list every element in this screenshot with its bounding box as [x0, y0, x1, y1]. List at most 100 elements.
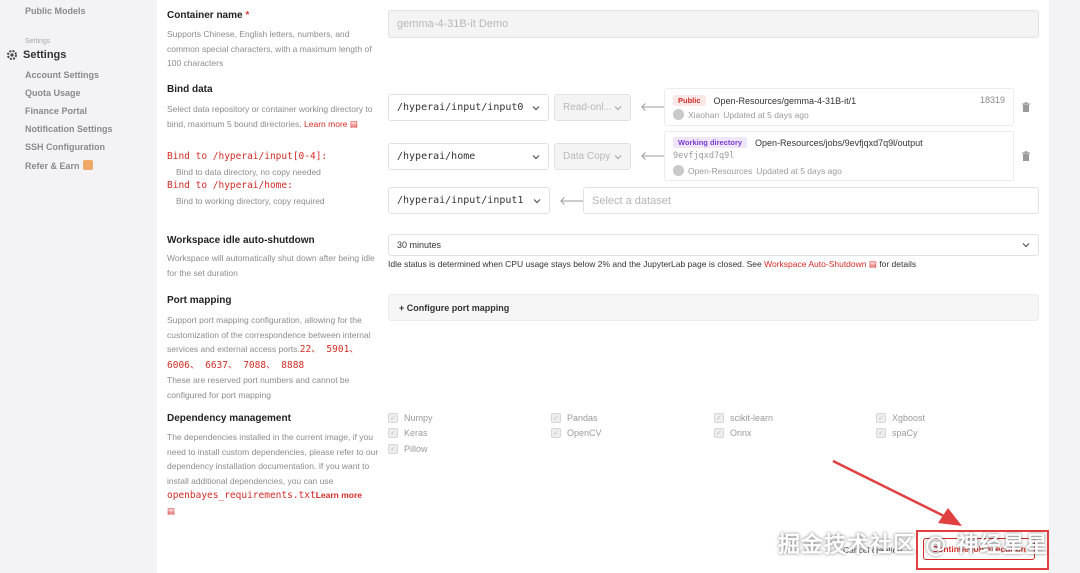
- right-gutter: [1049, 0, 1080, 573]
- bind-mode-select-1[interactable]: Data Copy: [554, 143, 631, 170]
- main-content: Container name * Supports Chinese, Engli…: [157, 0, 1049, 573]
- bind-path-select-2[interactable]: /hyperai/input/input1: [388, 187, 550, 214]
- public-badge: Public: [673, 95, 706, 106]
- bind-data-learn-more-link[interactable]: Learn more: [304, 119, 347, 129]
- source-path-0: Open-Resources/gemma-4-31B-it/1: [713, 95, 857, 106]
- dep-label: OpenCV: [567, 428, 602, 438]
- source-updated-1: Updated at 5 days ago: [756, 165, 842, 176]
- sidebar-item-public-models[interactable]: Public Models: [25, 6, 86, 16]
- check-icon: ✓: [388, 428, 398, 438]
- check-icon: ✓: [551, 413, 561, 423]
- source-size-0: 18319: [979, 95, 1005, 105]
- source-meta-0: Xiaohan Updated at 5 days ago: [673, 109, 809, 120]
- dataset-select[interactable]: Select a dataset: [583, 187, 1039, 214]
- chevron-down-icon: [532, 105, 540, 110]
- dep-label: Pandas: [567, 413, 598, 423]
- bind-mode-value-0: Read-onl...: [563, 102, 612, 113]
- dependency-desc: The dependencies installed in the curren…: [167, 430, 380, 518]
- bind-path-select-0[interactable]: /hyperai/input/input0: [388, 94, 549, 121]
- check-icon: ✓: [876, 428, 886, 438]
- idle-duration-select[interactable]: 30 minutes: [388, 234, 1039, 256]
- dep-checkbox-scikit-learn[interactable]: ✓ scikit-learn: [714, 413, 773, 423]
- idle-note-text: Idle status is determined when CPU usage…: [388, 259, 762, 269]
- idle-note: Idle status is determined when CPU usage…: [388, 259, 916, 270]
- port-mapping-desc2: These are reserved port numbers and cann…: [167, 375, 350, 400]
- container-name-label: Container name *: [167, 10, 249, 21]
- bind-path-select-1[interactable]: /hyperai/home: [388, 143, 549, 170]
- source-user-1: Open-Resources: [688, 165, 753, 176]
- gear-icon: [7, 50, 17, 60]
- trash-icon[interactable]: [1021, 102, 1031, 113]
- bind-data-label: Bind data: [167, 84, 213, 95]
- port-mapping-label: Port mapping: [167, 295, 232, 306]
- sidebar-item-settings[interactable]: Settings: [6, 49, 66, 61]
- source-id-1: 9evfjqxd7q9l: [673, 151, 735, 161]
- check-icon: ✓: [876, 413, 886, 423]
- sidebar-item-ssh-configuration[interactable]: SSH Configuration: [25, 142, 105, 152]
- source-row-1: Working directory Open-Resources/jobs/9e…: [673, 137, 923, 148]
- bind-path-value-0: /hyperai/input/input0: [397, 102, 524, 113]
- check-icon: ✓: [714, 428, 724, 438]
- check-icon: ✓: [388, 413, 398, 423]
- chevron-down-icon: [533, 198, 541, 203]
- sidebar-item-finance-portal[interactable]: Finance Portal: [25, 106, 87, 116]
- dep-label: Keras: [404, 428, 428, 438]
- dep-label: Onnx: [730, 428, 752, 438]
- check-icon: ✓: [388, 444, 398, 454]
- sidebar-item-notification-settings[interactable]: Notification Settings: [25, 124, 113, 134]
- requirements-file: openbayes_requirements.txt: [167, 490, 316, 501]
- hint-input-code: Bind to /hyperai/input[0-4]:: [167, 151, 328, 162]
- container-name-desc: Supports Chinese, English letters, numbe…: [167, 29, 372, 68]
- gift-icon: [82, 160, 93, 170]
- bind-source-card-0[interactable]: Public Open-Resources/gemma-4-31B-it/1 1…: [664, 88, 1014, 126]
- idle-note-tail: for details: [879, 259, 917, 269]
- dep-label: Pillow: [404, 444, 428, 454]
- bind-mode-select-0[interactable]: Read-onl...: [554, 94, 631, 121]
- check-icon: ✓: [714, 413, 724, 423]
- dep-checkbox-xgboost[interactable]: ✓ Xgboost: [876, 413, 925, 423]
- refer-earn-label: Refer & Earn: [25, 161, 80, 171]
- port-mapping-desc: Support port mapping configuration, allo…: [167, 313, 379, 402]
- bind-source-card-1[interactable]: Working directory Open-Resources/jobs/9e…: [664, 131, 1014, 181]
- chevron-down-icon: [614, 154, 622, 159]
- chevron-down-icon: [532, 154, 540, 159]
- bind-path-value-1: /hyperai/home: [397, 151, 476, 162]
- source-row-0: Public Open-Resources/gemma-4-31B-it/1: [673, 95, 856, 106]
- sidebar-item-refer-earn[interactable]: Refer & Earn: [25, 160, 93, 171]
- bind-data-desc: Select data repository or container work…: [167, 102, 382, 131]
- dep-checkbox-onnx[interactable]: ✓ Onnx: [714, 428, 752, 438]
- hint-input-text: Bind to data directory, no copy needed: [176, 166, 321, 177]
- hint-home-text: Bind to working directory, copy required: [176, 195, 325, 206]
- container-name-text: Container name: [167, 10, 243, 21]
- source-user-0: Xiaohan: [688, 109, 720, 120]
- auto-shutdown-link[interactable]: Workspace Auto-Shutdown: [764, 259, 866, 269]
- dep-checkbox-pillow[interactable]: ✓ Pillow: [388, 444, 428, 454]
- sidebar: Public Models Settings Settings Account …: [0, 0, 157, 573]
- dep-checkbox-numpy[interactable]: ✓ Numpy: [388, 413, 433, 423]
- dep-label: spaCy: [892, 428, 918, 438]
- trash-icon[interactable]: [1021, 151, 1031, 162]
- avatar: [673, 109, 684, 120]
- doc-icon: ▤: [868, 259, 877, 269]
- idle-shutdown-label: Workspace idle auto-shutdown: [167, 235, 315, 246]
- bind-data-hints: Bind to /hyperai/input[0-4]: Bind to dat…: [167, 150, 382, 208]
- sidebar-item-quota-usage[interactable]: Quota Usage: [25, 88, 81, 98]
- source-meta-1: Open-Resources Updated at 5 days ago: [673, 165, 842, 176]
- idle-duration-value: 30 minutes: [397, 240, 442, 250]
- source-updated-0: Updated at 5 days ago: [723, 109, 809, 120]
- dep-label: scikit-learn: [730, 413, 774, 423]
- avatar: [673, 165, 684, 176]
- dep-checkbox-keras[interactable]: ✓ Keras: [388, 428, 428, 438]
- sidebar-item-account-settings[interactable]: Account Settings: [25, 70, 99, 80]
- source-path-1: Open-Resources/jobs/9evfjqxd7q9l/output: [755, 137, 923, 148]
- container-name-input[interactable]: gemma-4-31B-it Demo: [388, 10, 1039, 38]
- dep-checkbox-spacy[interactable]: ✓ spaCy: [876, 428, 918, 438]
- hint-home-code: Bind to /hyperai/home:: [167, 180, 293, 191]
- dep-checkbox-opencv[interactable]: ✓ OpenCV: [551, 428, 602, 438]
- dependency-learn-more-link[interactable]: Learn more: [316, 490, 362, 500]
- dep-checkbox-pandas[interactable]: ✓ Pandas: [551, 413, 598, 423]
- sidebar-section-label: Settings: [25, 38, 51, 45]
- configure-port-mapping-button[interactable]: + Configure port mapping: [388, 294, 1039, 321]
- sidebar-settings-label: Settings: [23, 49, 67, 61]
- chevron-down-icon: [614, 105, 622, 110]
